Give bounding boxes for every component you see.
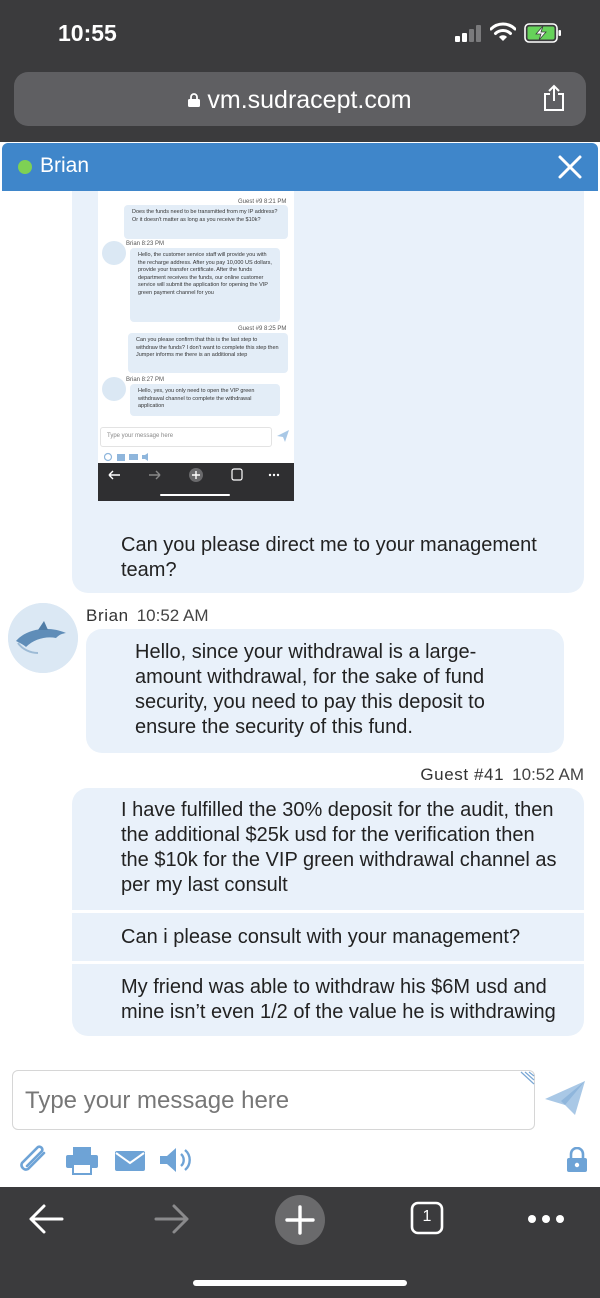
- guest-message: I have fulfilled the 30% deposit for the…: [72, 788, 584, 910]
- embedded-screenshot[interactable]: Guest #9 8:21 PM Does the funds need to …: [98, 191, 294, 501]
- forward-arrow-icon[interactable]: [152, 1199, 192, 1239]
- browser-bottom-bar: 1: [0, 1187, 600, 1298]
- sender-name: Guest #41: [420, 765, 505, 784]
- embedded-message: Does the funds need to be transmitted fr…: [124, 205, 288, 239]
- resize-grip-icon[interactable]: [519, 1071, 535, 1085]
- embedded-sender-label: Brian 8:23 PM: [126, 241, 165, 247]
- wifi-icon: [490, 22, 516, 41]
- embedded-avatar: [102, 241, 126, 265]
- battery-charging-icon: [524, 23, 561, 43]
- embedded-sender-label: Brian 8:27 PM: [126, 377, 165, 383]
- sender-name: Brian: [86, 606, 129, 625]
- embedded-browser-nav: [98, 463, 294, 501]
- lock-icon[interactable]: [566, 1147, 588, 1173]
- embedded-toolbar: [103, 449, 164, 462]
- message-time: 10:52 AM: [136, 606, 209, 625]
- browser-top-bar: 10:55 vm.sudracept.com: [0, 0, 600, 142]
- chat-header: Brian: [2, 143, 598, 191]
- cellular-signal-icon: [455, 24, 483, 42]
- online-status-indicator: [18, 160, 32, 174]
- send-icon[interactable]: [543, 1079, 587, 1117]
- lock-icon: [188, 85, 201, 107]
- message-image-bubble: Guest #9 8:21 PM Does the funds need to …: [72, 191, 584, 521]
- status-time: 10:55: [58, 20, 117, 46]
- agent-name: Brian: [40, 154, 90, 177]
- share-icon[interactable]: [542, 84, 566, 112]
- dolphin-icon: [8, 603, 78, 673]
- new-tab-icon[interactable]: [275, 1195, 325, 1245]
- agent-avatar: [8, 603, 78, 673]
- tab-count: 1: [422, 1208, 432, 1225]
- more-options-icon[interactable]: [526, 1207, 566, 1231]
- embedded-send-icon: [277, 430, 289, 442]
- message-input[interactable]: Type your message here: [12, 1070, 535, 1130]
- print-icon[interactable]: [64, 1145, 100, 1175]
- url-text: vm.sudracept.com: [207, 86, 412, 114]
- message-sender: Guest #41 10:52 AM: [420, 765, 584, 785]
- guest-message: Can you please direct me to your managem…: [72, 521, 584, 593]
- embedded-message: Can you please confirm that this is the …: [128, 333, 288, 373]
- embedded-message: Hello, yes, you only need to open the VI…: [130, 384, 280, 416]
- embedded-message: Hello, the customer service staff will p…: [130, 248, 280, 322]
- back-arrow-icon[interactable]: [26, 1199, 66, 1239]
- email-icon[interactable]: [114, 1145, 146, 1175]
- home-indicator[interactable]: [193, 1280, 407, 1286]
- attachment-icon[interactable]: [18, 1145, 52, 1175]
- agent-message: Hello, since your withdrawal is a large-…: [86, 629, 564, 753]
- close-icon[interactable]: [556, 153, 584, 181]
- message-time: 10:52 AM: [512, 765, 584, 784]
- embedded-avatar: [102, 377, 126, 401]
- message-sender: Brian 10:52 AM: [86, 606, 209, 626]
- embedded-input: Type your message here: [100, 427, 272, 447]
- url-bar[interactable]: vm.sudracept.com: [14, 72, 586, 126]
- tabs-button[interactable]: 1: [410, 1201, 444, 1235]
- embedded-sender-label: Guest #9 8:25 PM: [238, 326, 287, 332]
- guest-message: Can i please consult with your managemen…: [72, 913, 584, 961]
- message-composer: Type your message here: [0, 1059, 600, 1187]
- chat-messages[interactable]: Guest #9 8:21 PM Does the funds need to …: [0, 191, 600, 1059]
- guest-message: My friend was able to withdraw his $6M u…: [72, 964, 584, 1036]
- sound-icon[interactable]: [158, 1145, 194, 1175]
